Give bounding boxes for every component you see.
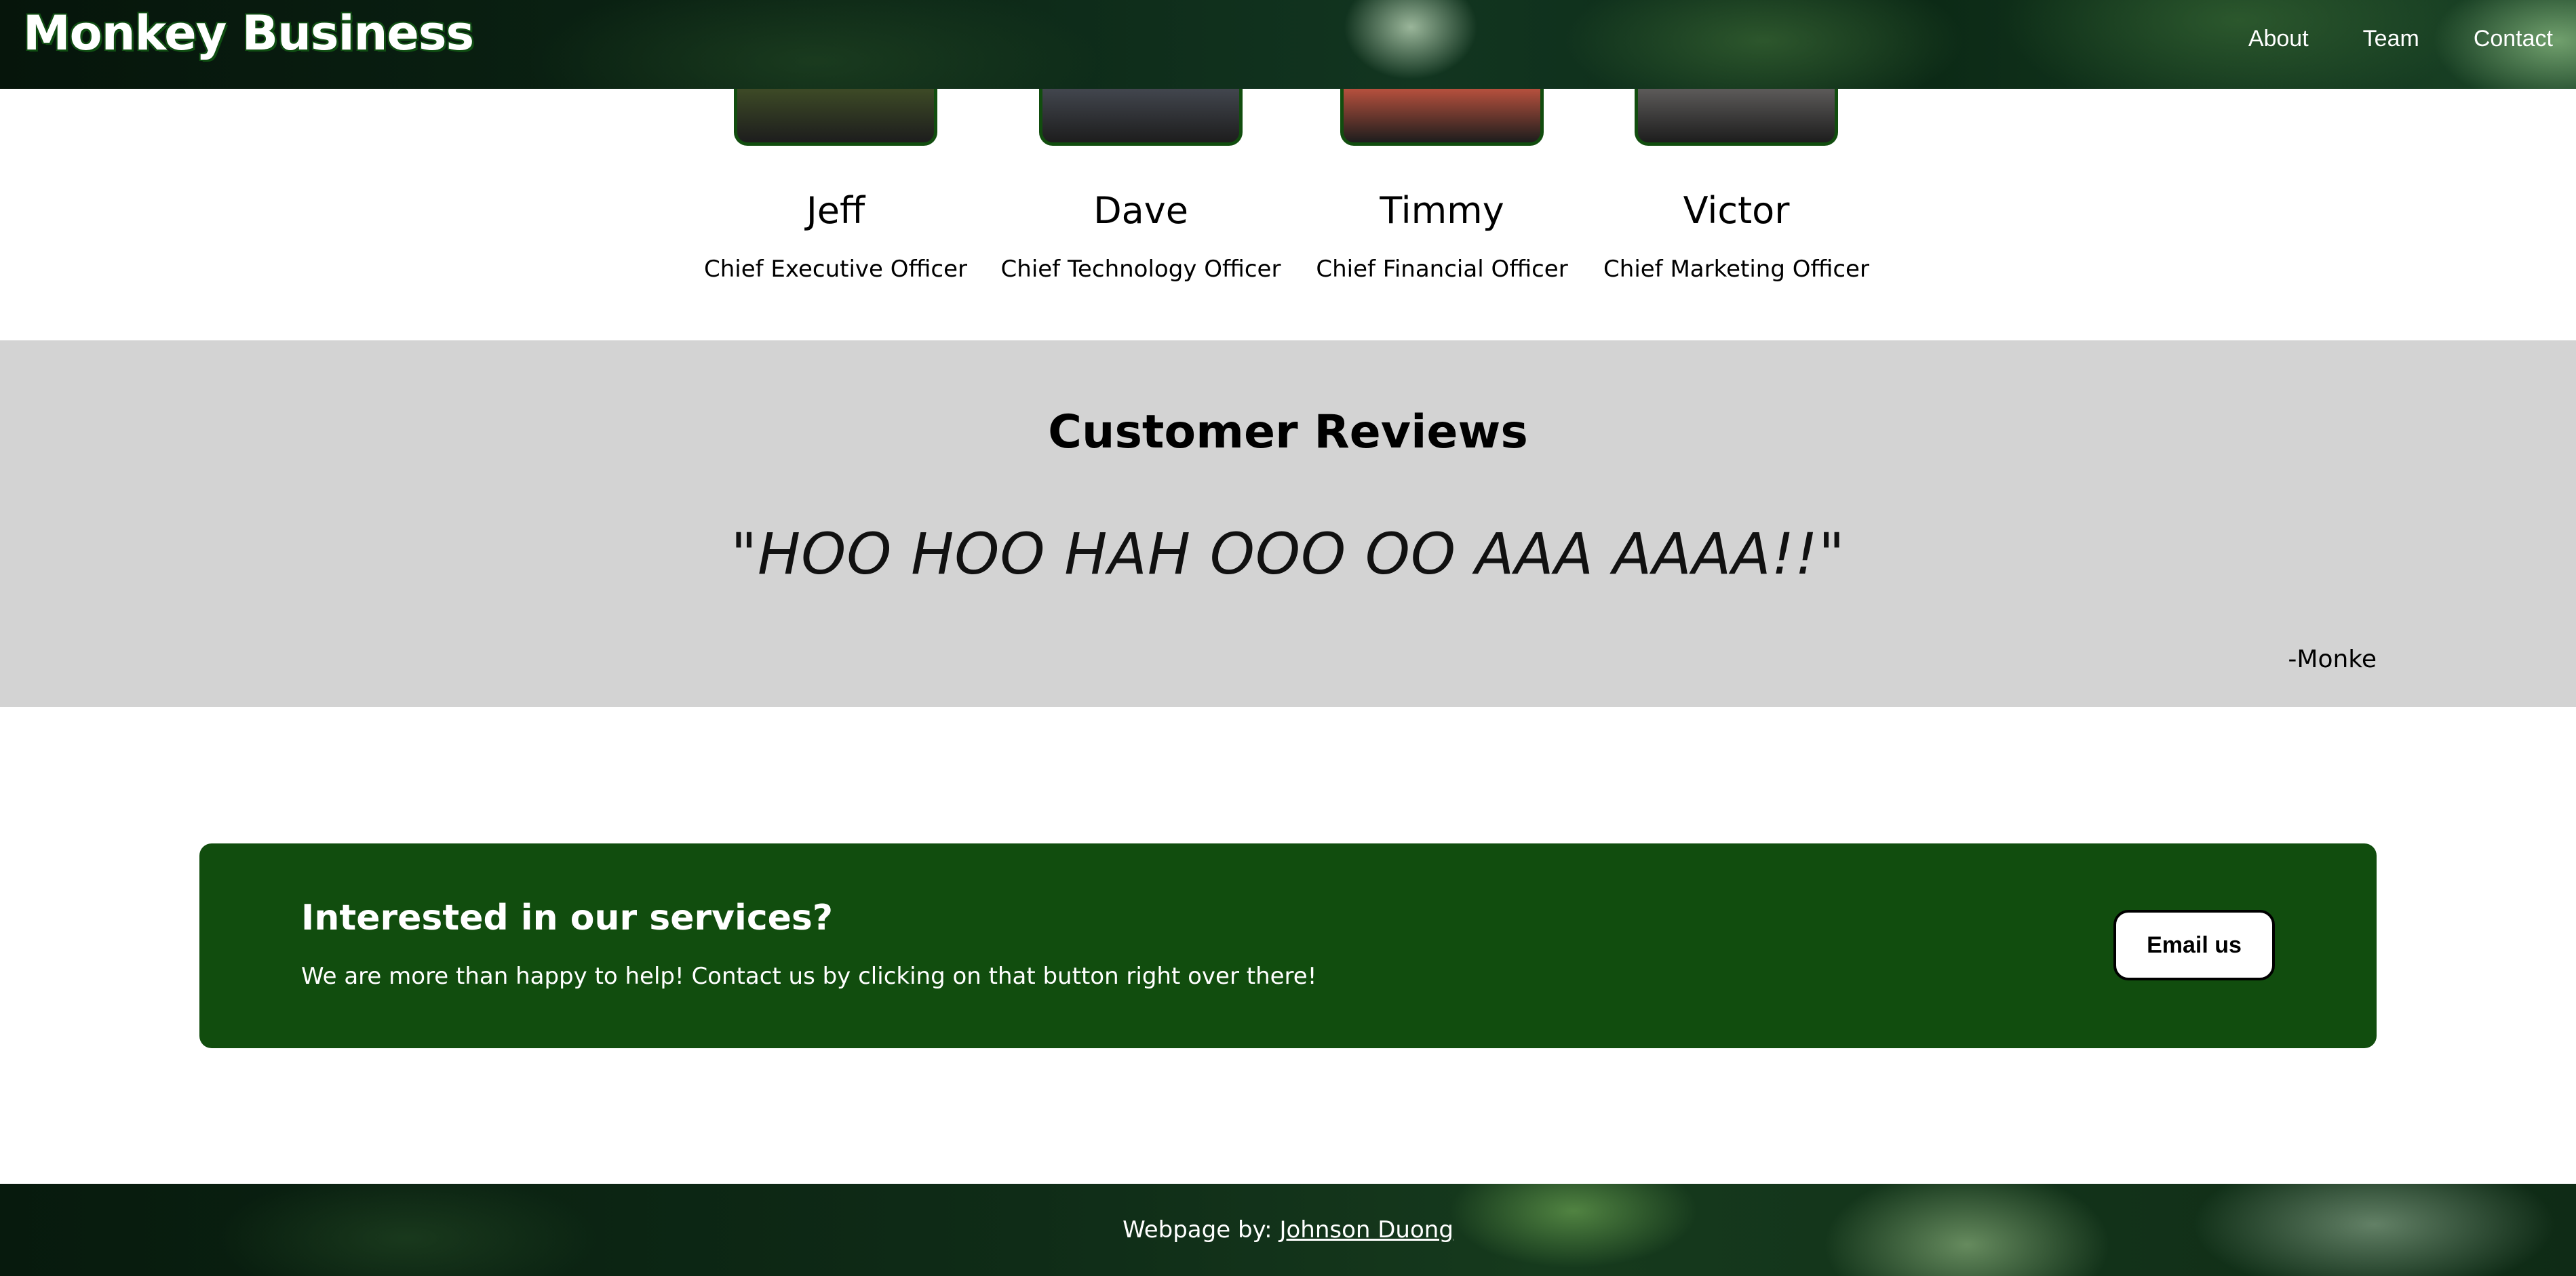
team-member-name: Dave xyxy=(1093,189,1188,232)
reviews-title: Customer Reviews xyxy=(1048,405,1528,459)
site-logo[interactable]: Monkey Business xyxy=(23,5,474,61)
nav-about-link[interactable]: About xyxy=(2248,26,2309,52)
team-member-name: Victor xyxy=(1683,189,1790,232)
team-member-name: Jeff xyxy=(806,189,865,232)
team-member-photo xyxy=(734,89,937,146)
review-author: -Monke xyxy=(2288,645,2377,673)
team-member-role: Chief Marketing Officer xyxy=(1603,256,1869,283)
team-member-role: Chief Financial Officer xyxy=(1316,256,1568,283)
team-member-photo xyxy=(1635,89,1838,146)
nav-contact-link[interactable]: Contact xyxy=(2474,26,2553,52)
footer-author-link[interactable]: Johnson Duong xyxy=(1279,1216,1453,1243)
team-member-name: Timmy xyxy=(1380,189,1504,232)
nav-team-link[interactable]: Team xyxy=(2363,26,2419,52)
site-header: Monkey Business About Team Contact xyxy=(0,0,2576,89)
review-quote: "HOO HOO HAH OOO OO AAA AAAA!!" xyxy=(730,521,1846,587)
footer-credit-prefix: Webpage by: xyxy=(1123,1216,1280,1243)
team-member-role: Chief Executive Officer xyxy=(704,256,967,283)
team-member-photo xyxy=(1340,89,1544,146)
team-member-role: Chief Technology Officer xyxy=(1000,256,1281,283)
site-footer: Webpage by: Johnson Duong xyxy=(0,1184,2576,1276)
cta-title: Interested in our services? xyxy=(301,898,834,938)
cta-text: We are more than happy to help! Contact … xyxy=(301,963,1317,990)
customer-reviews-section: Customer Reviews "HOO HOO HAH OOO OO AAA… xyxy=(0,340,2576,707)
main-nav: About Team Contact xyxy=(2248,26,2553,52)
email-us-button[interactable]: Email us xyxy=(2113,910,2275,980)
team-member-photo xyxy=(1039,89,1243,146)
footer-credit: Webpage by: Johnson Duong xyxy=(0,1216,2576,1243)
contact-cta-banner: Interested in our services? We are more … xyxy=(199,843,2377,1048)
